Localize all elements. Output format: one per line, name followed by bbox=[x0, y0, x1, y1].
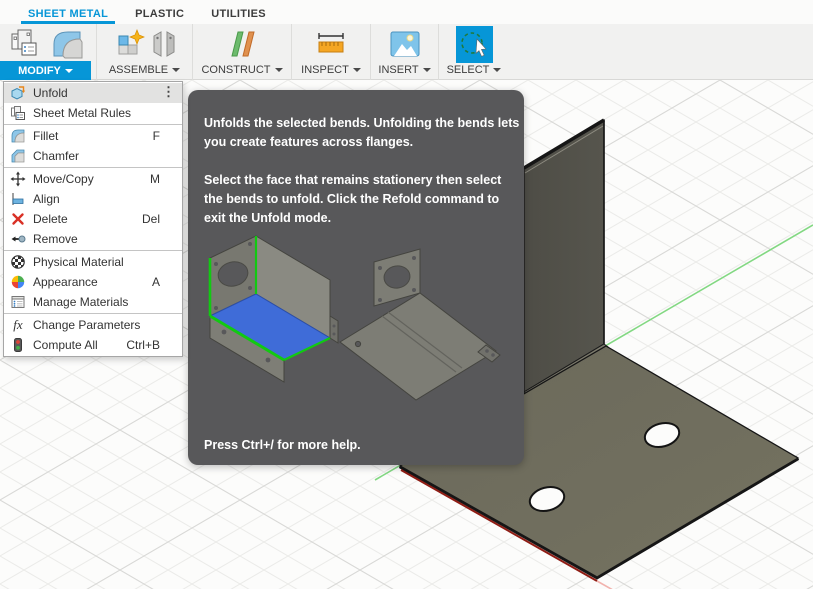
menu-item-unfold[interactable]: Unfold ⋮ bbox=[4, 83, 182, 103]
select-label: SELECT bbox=[447, 64, 490, 76]
menu-item-label: Fillet bbox=[33, 129, 58, 143]
menu-item-shortcut: M bbox=[150, 172, 174, 186]
physical-material-icon bbox=[10, 254, 26, 270]
menu-item-appearance[interactable]: Appearance A bbox=[4, 272, 182, 292]
compute-all-icon bbox=[10, 337, 26, 353]
chevron-down-icon bbox=[493, 68, 501, 72]
toolbar-group-inspect: INSPECT bbox=[292, 24, 371, 80]
fillet-icon bbox=[10, 128, 26, 144]
chamfer-icon bbox=[10, 148, 26, 164]
inspect-dropdown-button[interactable]: INSPECT bbox=[292, 62, 370, 80]
chevron-down-icon bbox=[353, 68, 361, 72]
unfolded-part-illustration bbox=[340, 249, 500, 400]
chevron-down-icon bbox=[275, 68, 283, 72]
manage-materials-icon bbox=[10, 294, 26, 310]
select-icon[interactable] bbox=[456, 26, 493, 63]
menu-item-shortcut: A bbox=[152, 275, 174, 289]
chevron-down-icon bbox=[423, 68, 431, 72]
menu-item-align[interactable]: Align bbox=[4, 189, 182, 209]
assemble-dropdown-button[interactable]: ASSEMBLE bbox=[97, 62, 192, 80]
ribbon-toolbar: MODIFY bbox=[0, 24, 509, 80]
inspect-label: INSPECT bbox=[301, 64, 349, 76]
menu-item-label: Compute All bbox=[33, 338, 98, 352]
toolbar-panel: SHEET METAL PLASTIC UTILITIES bbox=[0, 0, 813, 80]
menu-item-label: Sheet Metal Rules bbox=[33, 106, 131, 120]
menu-item-delete[interactable]: Delete Del bbox=[4, 209, 182, 229]
joint-icon[interactable] bbox=[151, 28, 177, 60]
unfold-tooltip: Unfolds the selected bends. Unfolding th… bbox=[188, 90, 524, 465]
menu-item-physical-material[interactable]: Physical Material bbox=[4, 252, 182, 272]
tab-sheet-metal[interactable]: SHEET METAL bbox=[21, 3, 115, 24]
menu-item-label: Remove bbox=[33, 232, 78, 246]
menu-separator bbox=[4, 250, 182, 251]
tab-plastic[interactable]: PLASTIC bbox=[128, 3, 191, 24]
fillet-big-icon[interactable] bbox=[49, 27, 87, 61]
toolbar-group-select: SELECT bbox=[439, 24, 509, 80]
menu-item-label: Move/Copy bbox=[33, 172, 94, 186]
menu-separator bbox=[4, 167, 182, 168]
modify-label: MODIFY bbox=[18, 65, 61, 77]
modify-menu: Unfold ⋮ Sheet Metal Rules bbox=[3, 81, 183, 357]
measure-icon[interactable] bbox=[315, 31, 347, 57]
menu-item-label: Chamfer bbox=[33, 149, 79, 163]
construct-plane-icon[interactable] bbox=[226, 28, 258, 60]
folded-part-illustration bbox=[210, 236, 338, 382]
menu-item-label: Appearance bbox=[33, 275, 98, 289]
construct-label: CONSTRUCT bbox=[201, 64, 270, 76]
menu-item-chamfer[interactable]: Chamfer bbox=[4, 146, 182, 166]
tooltip-footer: Press Ctrl+/ for more help. bbox=[204, 438, 361, 452]
toolbar-group-modify: MODIFY bbox=[0, 24, 97, 80]
menu-item-sheet-metal-rules[interactable]: Sheet Metal Rules bbox=[4, 103, 182, 123]
sheet-metal-rules-icon bbox=[10, 105, 26, 121]
menu-item-shortcut: Del bbox=[142, 212, 174, 226]
toolbar-group-construct: CONSTRUCT bbox=[193, 24, 292, 80]
menu-item-compute-all[interactable]: Compute All Ctrl+B bbox=[4, 335, 182, 355]
menu-item-label: Change Parameters bbox=[33, 318, 140, 332]
change-parameters-icon: fx bbox=[10, 317, 26, 333]
chevron-down-icon bbox=[172, 68, 180, 72]
unfold-icon bbox=[10, 85, 26, 101]
overflow-menu-icon[interactable]: ⋮ bbox=[162, 84, 175, 100]
menu-item-shortcut: F bbox=[153, 129, 174, 143]
unfold-illustration bbox=[196, 220, 508, 410]
move-copy-icon bbox=[10, 171, 26, 187]
menu-separator bbox=[4, 124, 182, 125]
insert-label: INSERT bbox=[378, 64, 418, 76]
align-icon bbox=[10, 191, 26, 207]
remove-icon bbox=[10, 231, 26, 247]
assemble-label: ASSEMBLE bbox=[109, 64, 168, 76]
menu-separator bbox=[4, 313, 182, 314]
menu-item-label: Physical Material bbox=[33, 255, 124, 269]
menu-item-label: Align bbox=[33, 192, 60, 206]
toolbar-group-assemble: ASSEMBLE bbox=[97, 24, 193, 80]
select-dropdown-button[interactable]: SELECT bbox=[439, 63, 509, 80]
menu-item-shortcut: Ctrl+B bbox=[126, 338, 174, 352]
menu-item-fillet[interactable]: Fillet F bbox=[4, 126, 182, 146]
insert-dropdown-button[interactable]: INSERT bbox=[371, 62, 438, 80]
menu-item-label: Manage Materials bbox=[33, 295, 128, 309]
new-component-icon[interactable] bbox=[113, 28, 147, 60]
tab-bar: SHEET METAL PLASTIC UTILITIES bbox=[0, 0, 813, 24]
menu-item-label: Delete bbox=[33, 212, 68, 226]
construct-dropdown-button[interactable]: CONSTRUCT bbox=[193, 62, 291, 80]
sheet-metal-rules-big-icon[interactable] bbox=[9, 27, 45, 61]
fusion-window: SHEET METAL PLASTIC UTILITIES bbox=[0, 0, 813, 589]
tab-utilities[interactable]: UTILITIES bbox=[204, 3, 273, 24]
menu-item-change-parameters[interactable]: fx Change Parameters bbox=[4, 315, 182, 335]
delete-icon bbox=[10, 211, 26, 227]
menu-item-manage-materials[interactable]: Manage Materials bbox=[4, 292, 182, 312]
tooltip-paragraph-1: Unfolds the selected bends. Unfolding th… bbox=[204, 114, 508, 152]
chevron-down-icon bbox=[65, 69, 73, 73]
insert-image-icon[interactable] bbox=[389, 29, 421, 59]
toolbar-group-insert: INSERT bbox=[371, 24, 439, 80]
appearance-icon bbox=[10, 274, 26, 290]
menu-item-remove[interactable]: Remove bbox=[4, 229, 182, 249]
menu-item-move-copy[interactable]: Move/Copy M bbox=[4, 169, 182, 189]
modify-dropdown-button[interactable]: MODIFY bbox=[0, 61, 91, 80]
menu-item-label: Unfold bbox=[33, 86, 68, 100]
